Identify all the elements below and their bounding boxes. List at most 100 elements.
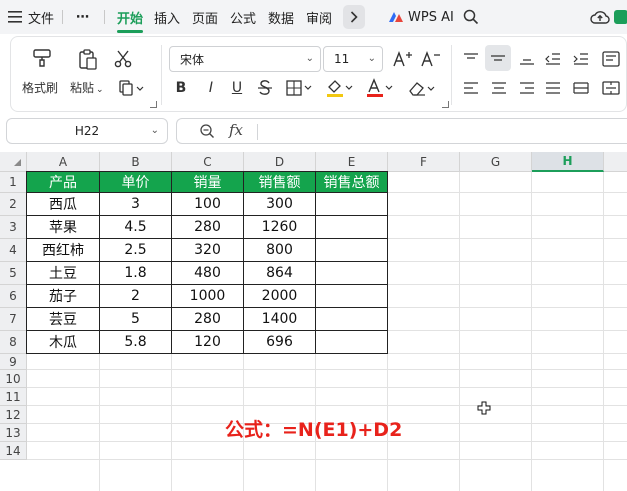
row-header-7[interactable]: 7: [0, 308, 27, 331]
hamburger-icon[interactable]: [8, 0, 22, 34]
font-name-select[interactable]: 宋体 ⌄: [169, 46, 321, 72]
table-cell[interactable]: 800: [244, 239, 315, 261]
eraser-icon[interactable]: [405, 77, 439, 99]
row-header-5[interactable]: 5: [0, 262, 27, 285]
table-header-cell[interactable]: 销量: [172, 172, 243, 192]
dialog-launcher-icon[interactable]: [148, 99, 158, 109]
more-menu-button[interactable]: ⋯: [76, 0, 89, 34]
fill-color-icon[interactable]: [323, 77, 357, 99]
increase-indent-icon[interactable]: [569, 47, 593, 71]
column-header-a[interactable]: A: [27, 152, 100, 172]
table-cell[interactable]: 5: [100, 308, 171, 330]
row-header-6[interactable]: 6: [0, 285, 27, 308]
table-cell[interactable]: 西瓜: [27, 193, 99, 215]
table-cell[interactable]: 4.5: [100, 216, 171, 238]
tab-data[interactable]: 数据: [268, 0, 294, 34]
font-color-icon[interactable]: [363, 77, 397, 99]
row-header-3[interactable]: 3: [0, 216, 27, 239]
scissors-icon[interactable]: [111, 47, 135, 71]
column-header-g[interactable]: G: [460, 152, 532, 172]
row-header-13[interactable]: 13: [0, 424, 27, 442]
table-cell[interactable]: [316, 262, 387, 284]
tab-insert[interactable]: 插入: [154, 0, 180, 34]
distributed-align-icon[interactable]: [569, 77, 593, 99]
table-header-cell[interactable]: 单价: [100, 172, 171, 192]
copy-icon[interactable]: [115, 77, 149, 99]
column-header-f[interactable]: F: [388, 152, 460, 172]
table-cell[interactable]: 苹果: [27, 216, 99, 238]
align-middle-icon[interactable]: [485, 45, 511, 71]
share-icon[interactable]: [614, 0, 627, 34]
merge-cells-icon[interactable]: [599, 77, 623, 99]
tab-formula[interactable]: 公式: [230, 0, 256, 34]
table-cell[interactable]: 1.8: [100, 262, 171, 284]
row-header-8[interactable]: 8: [0, 331, 27, 354]
clipboard-icon[interactable]: [73, 47, 103, 71]
table-header-cell[interactable]: 销售总额: [316, 172, 387, 192]
table-cell[interactable]: 5.8: [100, 331, 171, 353]
row-header-11[interactable]: 11: [0, 388, 27, 406]
table-cell[interactable]: 100: [172, 193, 243, 215]
grow-font-icon[interactable]: [391, 47, 415, 71]
format-painter-icon[interactable]: [27, 47, 57, 69]
table-cell[interactable]: 2000: [244, 285, 315, 307]
table-header-cell[interactable]: 产品: [27, 172, 99, 192]
table-cell[interactable]: [316, 308, 387, 330]
wps-ai-button[interactable]: WPS AI: [408, 0, 454, 34]
tab-review[interactable]: 审阅: [306, 0, 332, 34]
table-cell[interactable]: [316, 193, 387, 215]
row-header-1[interactable]: 1: [0, 172, 27, 193]
tab-page[interactable]: 页面: [192, 0, 218, 34]
file-menu[interactable]: 文件: [28, 0, 54, 34]
row-header-12[interactable]: 12: [0, 406, 27, 424]
dialog-launcher-icon[interactable]: [440, 99, 450, 109]
select-all-corner[interactable]: [0, 152, 27, 172]
table-cell[interactable]: 3: [100, 193, 171, 215]
shrink-font-icon[interactable]: [419, 47, 443, 71]
insert-function-button[interactable]: fx: [229, 121, 243, 139]
table-cell[interactable]: [316, 216, 387, 238]
table-cell[interactable]: 480: [172, 262, 243, 284]
decrease-indent-icon[interactable]: [541, 47, 565, 71]
table-cell[interactable]: 280: [172, 308, 243, 330]
paste-button[interactable]: 粘贴 ⌄: [70, 79, 104, 96]
justify-icon[interactable]: [541, 77, 565, 99]
row-header-2[interactable]: 2: [0, 193, 27, 216]
cloud-upload-icon[interactable]: [590, 0, 610, 34]
table-cell[interactable]: [316, 239, 387, 261]
table-cell[interactable]: [316, 285, 387, 307]
zoom-formula-icon[interactable]: [199, 123, 215, 143]
table-cell[interactable]: 木瓜: [27, 331, 99, 353]
table-cell[interactable]: [316, 331, 387, 353]
column-header-e[interactable]: E: [316, 152, 388, 172]
align-top-icon[interactable]: [459, 47, 483, 71]
table-cell[interactable]: 1400: [244, 308, 315, 330]
font-size-select[interactable]: 11 ⌄: [323, 46, 383, 72]
column-header-h[interactable]: H: [532, 152, 604, 172]
row-header-10[interactable]: 10: [0, 370, 27, 388]
borders-icon[interactable]: [283, 77, 317, 99]
align-right-icon[interactable]: [515, 77, 539, 99]
formula-bar[interactable]: fx: [176, 118, 627, 144]
wrap-text-icon[interactable]: [599, 47, 623, 71]
row-header-4[interactable]: 4: [0, 239, 27, 262]
table-cell[interactable]: 芸豆: [27, 308, 99, 330]
row-header-9[interactable]: 9: [0, 354, 27, 370]
chevron-right-icon[interactable]: [343, 5, 365, 29]
table-cell[interactable]: 1260: [244, 216, 315, 238]
table-cell[interactable]: 280: [172, 216, 243, 238]
search-icon[interactable]: [463, 0, 479, 34]
table-cell[interactable]: 2: [100, 285, 171, 307]
column-header-d[interactable]: D: [244, 152, 316, 172]
strikethrough-icon[interactable]: [255, 77, 275, 99]
table-header-cell[interactable]: 销售额: [244, 172, 315, 192]
name-box[interactable]: H22 ⌄: [6, 118, 168, 144]
table-cell[interactable]: 土豆: [27, 262, 99, 284]
table-cell[interactable]: 2.5: [100, 239, 171, 261]
table-cell[interactable]: 696: [244, 331, 315, 353]
table-cell[interactable]: 西红柿: [27, 239, 99, 261]
italic-button[interactable]: I: [201, 77, 221, 99]
table-cell[interactable]: 320: [172, 239, 243, 261]
table-cell[interactable]: 864: [244, 262, 315, 284]
align-left-icon[interactable]: [459, 77, 483, 99]
